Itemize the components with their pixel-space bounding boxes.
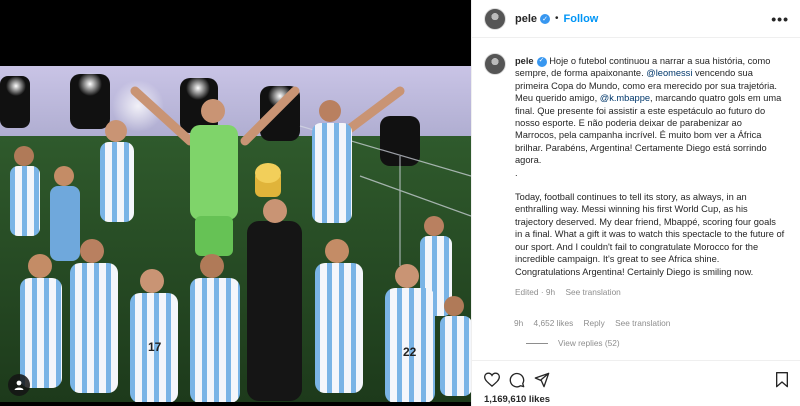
action-bar [472, 360, 800, 388]
view-replies-label: View replies (52) [558, 338, 620, 348]
caption-body: pele ✓ Hoje o futebol continuou a narrar … [515, 55, 785, 298]
comment-meta: 9h 4,652 likes Reply See translation [514, 318, 789, 328]
view-replies-button[interactable]: View replies (52) [526, 338, 789, 348]
svg-text:22: 22 [403, 345, 417, 359]
paper-plane-icon[interactable] [534, 372, 550, 388]
media-pane: 17 22 [0, 0, 471, 406]
avatar[interactable] [484, 7, 506, 30]
comment-item: 9h 4,652 likes Reply See translation Vie… [472, 300, 800, 348]
comment-see-translation[interactable]: See translation [615, 318, 670, 328]
separator-dot: • [555, 13, 559, 24]
caption: pele ✓ Hoje o futebol continuou a narrar … [484, 53, 789, 298]
header-username[interactable]: pele [515, 13, 537, 25]
user-tag-icon [14, 380, 24, 390]
caption-english: Today, football continues to tell its st… [515, 192, 785, 277]
post-details-pane: pele ✓ • Follow ••• pele ✓ Hoje o futebol… [471, 0, 800, 406]
see-translation-link[interactable]: See translation [565, 287, 620, 297]
comment-icon[interactable] [509, 372, 525, 388]
caption-pt-part3: , marcando quatro gols em uma final. Que… [515, 93, 782, 166]
post-photo[interactable]: 17 22 [0, 66, 471, 402]
comment-text-hidden [484, 300, 789, 318]
reply-button[interactable]: Reply [584, 318, 605, 328]
likes-count[interactable]: 1,169,610 likes [484, 394, 550, 405]
mention-leomessi[interactable]: @leomessi [646, 68, 692, 78]
comment-likes[interactable]: 4,652 likes [534, 318, 574, 328]
comment-time: 9h [514, 318, 524, 328]
caption-meta: Edited · 9h See translation [515, 286, 785, 298]
verified-badge-icon: ✓ [540, 13, 551, 24]
tagged-users-button[interactable] [8, 374, 30, 396]
post-header: pele ✓ • Follow ••• [472, 0, 800, 38]
caption-username[interactable]: pele [515, 56, 534, 66]
bookmark-icon[interactable] [775, 372, 789, 388]
verified-badge-icon: ✓ [536, 56, 547, 67]
follow-button[interactable]: Follow [564, 13, 599, 25]
svg-text:17: 17 [148, 340, 162, 354]
caption-period: . [515, 167, 518, 178]
replies-line [526, 342, 548, 344]
mention-kmbappe[interactable]: @k.mbappe [600, 93, 650, 103]
heart-icon[interactable] [484, 372, 500, 387]
more-options-icon[interactable]: ••• [771, 11, 789, 27]
instagram-post-modal: 17 22 pele ✓ • Follow ••• pele ✓ Hoje o … [0, 0, 800, 406]
caption-avatar[interactable] [484, 53, 506, 75]
caption-edited-time: Edited · 9h [515, 286, 556, 297]
